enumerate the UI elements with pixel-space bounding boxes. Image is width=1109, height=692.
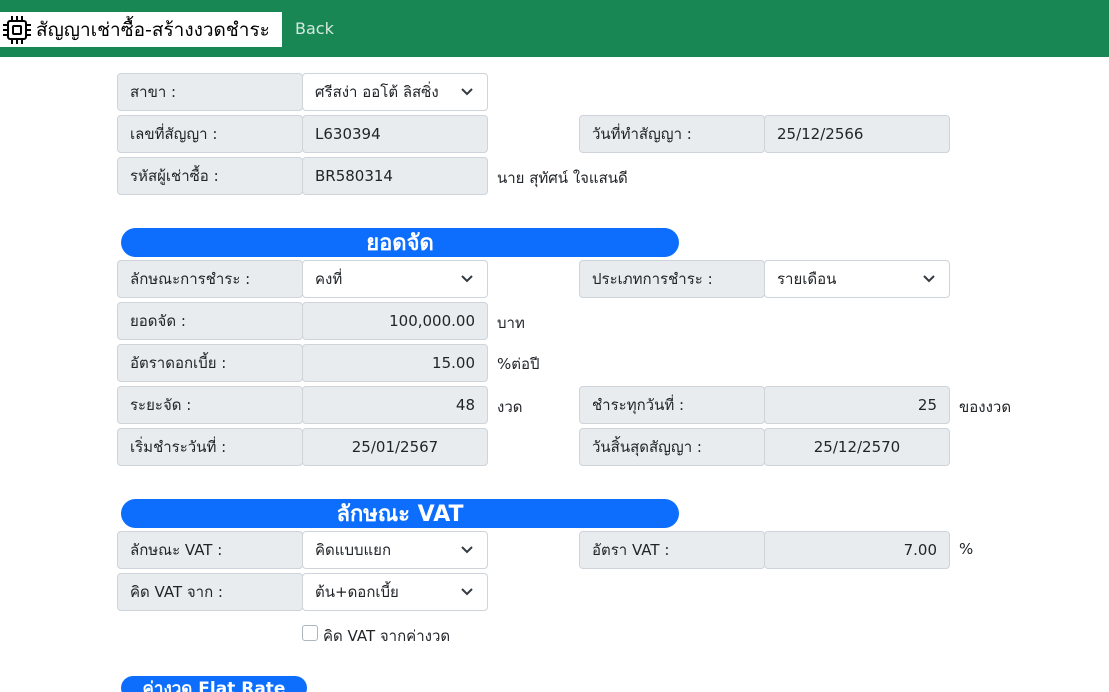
customer-code-field: BR580314 xyxy=(302,157,488,195)
payment-type-select[interactable]: รายเดือน xyxy=(764,260,950,298)
vat-rate-field: 7.00 xyxy=(764,531,950,569)
page-title: สัญญาเช่าซื้อ-สร้างงวดชำระ xyxy=(36,18,270,41)
chevron-down-icon xyxy=(461,588,473,596)
amount-unit: บาท xyxy=(497,314,525,332)
payment-type-label: ประเภทการชำระ : xyxy=(579,260,765,298)
vat-nature-select[interactable]: คิดแบบแยก xyxy=(302,531,488,569)
end-date-label: วันสิ้นสุดสัญญา : xyxy=(579,428,765,466)
start-date-field: 25/01/2567 xyxy=(302,428,488,466)
vat-from-label: คิด VAT จาก : xyxy=(117,573,303,611)
branch-select-value: ศรีสง่า ออโต้ ลิสซิ่ง xyxy=(315,83,439,101)
section-header-vat: ลักษณะ VAT xyxy=(121,499,679,528)
term-label: ระยะจัด : xyxy=(117,386,303,424)
contract-date-label: วันที่ทำสัญญา : xyxy=(579,115,765,153)
payment-type-value: รายเดือน xyxy=(777,270,837,288)
chevron-down-icon xyxy=(923,275,935,283)
chevron-down-icon xyxy=(461,546,473,554)
chevron-down-icon xyxy=(461,275,473,283)
vat-nature-label: ลักษณะ VAT : xyxy=(117,531,303,569)
end-date-field: 25/12/2570 xyxy=(764,428,950,466)
start-date-label: เริ่มชำระวันที่ : xyxy=(117,428,303,466)
interest-field: 15.00 xyxy=(302,344,488,382)
amount-field: 100,000.00 xyxy=(302,302,488,340)
interest-label: อัตราดอกเบี้ย : xyxy=(117,344,303,382)
brand: สัญญาเช่าซื้อ-สร้างงวดชำระ xyxy=(0,12,282,47)
vat-from-installment-label: คิด VAT จากค่างวด xyxy=(323,627,451,645)
term-field: 48 xyxy=(302,386,488,424)
payment-nature-select[interactable]: คงที่ xyxy=(302,260,488,298)
vat-nature-value: คิดแบบแยก xyxy=(315,541,392,559)
pay-day-label: ชำระทุกวันที่ : xyxy=(579,386,765,424)
pay-day-field: 25 xyxy=(764,386,950,424)
interest-unit: %ต่อปี xyxy=(497,355,540,373)
vat-rate-label: อัตรา VAT : xyxy=(579,531,765,569)
contract-date-field: 25/12/2566 xyxy=(764,115,950,153)
customer-name: นาย สุทัศน์ ใจแสนดี xyxy=(497,169,628,187)
branch-label: สาขา : xyxy=(117,73,303,111)
vat-from-select[interactable]: ต้น+ดอกเบี้ย xyxy=(302,573,488,611)
amount-label: ยอดจัด : xyxy=(117,302,303,340)
contract-no-label: เลขที่สัญญา : xyxy=(117,115,303,153)
vat-rate-unit: % xyxy=(959,540,974,558)
customer-code-label: รหัสผู้เช่าซื้อ : xyxy=(117,157,303,195)
vat-from-value: ต้น+ดอกเบี้ย xyxy=(315,583,399,601)
payment-nature-label: ลักษณะการชำระ : xyxy=(117,260,303,298)
chevron-down-icon xyxy=(461,88,473,96)
term-unit: งวด xyxy=(497,398,523,416)
vat-from-installment-checkbox[interactable] xyxy=(302,625,318,641)
payment-nature-value: คงที่ xyxy=(315,270,343,288)
back-link[interactable]: Back xyxy=(295,19,334,38)
branch-select[interactable]: ศรีสง่า ออโต้ ลิสซิ่ง xyxy=(302,73,488,111)
pay-day-unit: ของงวด xyxy=(959,398,1012,416)
section-header-financing: ยอดจัด xyxy=(121,228,679,257)
section-header-flat-rate: ค่างวด Flat Rate xyxy=(121,676,307,692)
chip-icon xyxy=(2,15,32,45)
top-navbar: สัญญาเช่าซื้อ-สร้างงวดชำระ Back xyxy=(0,0,1109,57)
contract-no-field: L630394 xyxy=(302,115,488,153)
